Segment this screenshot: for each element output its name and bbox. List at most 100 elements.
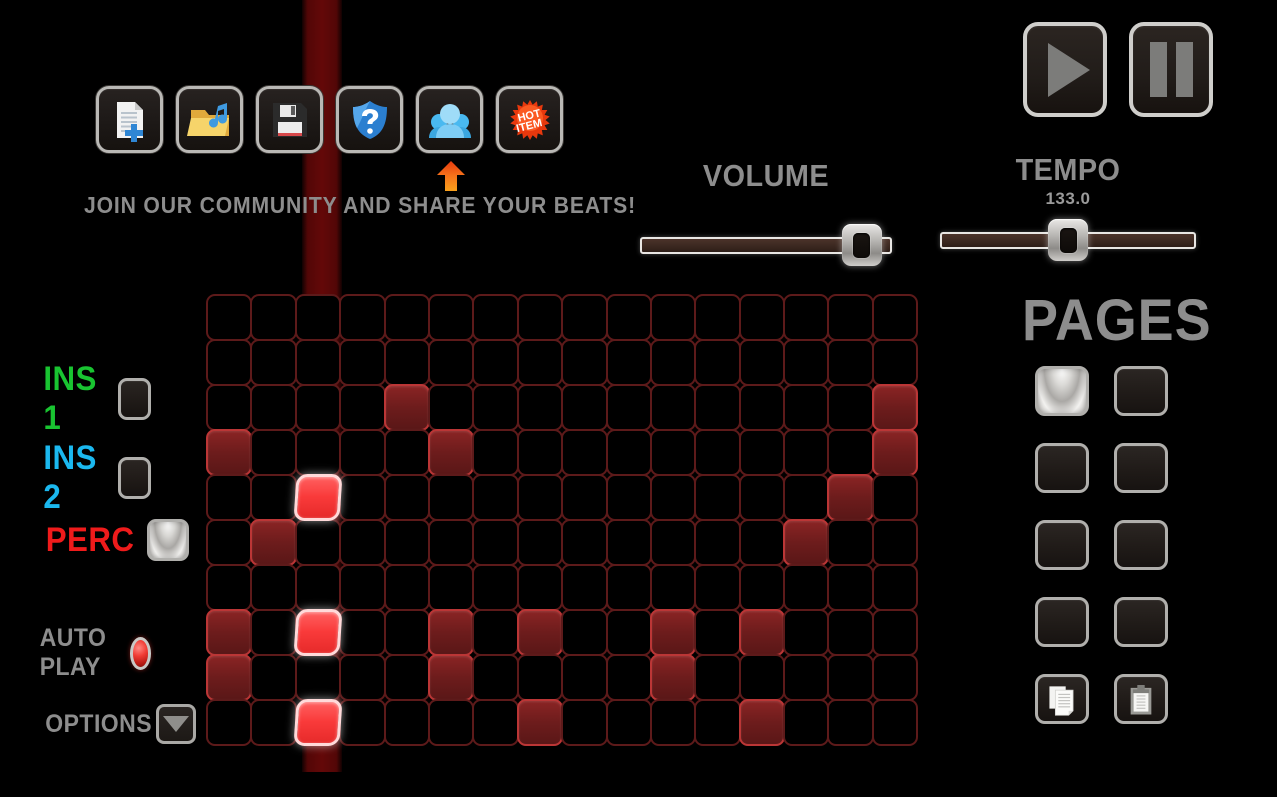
help-button[interactable] <box>336 86 403 153</box>
sequencer-cell-r9-c3[interactable] <box>294 654 342 701</box>
sequencer-cell-r8-c10[interactable] <box>605 609 652 656</box>
sequencer-cell-r2-c2[interactable] <box>250 339 297 386</box>
sequencer-cell-r9-c13[interactable] <box>738 654 786 701</box>
sequencer-cell-r3-c11[interactable] <box>649 384 697 431</box>
sequencer-cell-r6-c5[interactable] <box>383 519 430 566</box>
ins-2-select-button[interactable] <box>117 457 152 499</box>
sequencer-cell-r10-c6[interactable] <box>427 699 475 746</box>
sequencer-cell-r3-c10[interactable] <box>605 384 652 431</box>
sequencer-cell-r10-c9[interactable] <box>561 699 608 746</box>
sequencer-cell-r2-c16[interactable] <box>871 339 919 386</box>
sequencer-cell-r9-c4[interactable] <box>339 654 386 701</box>
new-file-button[interactable] <box>96 86 163 153</box>
sequencer-cell-r1-c10[interactable] <box>605 294 652 341</box>
sequencer-cell-r1-c2[interactable] <box>250 294 297 341</box>
sequencer-cell-r6-c3[interactable] <box>294 519 342 566</box>
pages-button-page-3[interactable] <box>1035 443 1089 493</box>
sequencer-cell-r7-c13[interactable] <box>738 564 786 611</box>
pages-paste-button[interactable] <box>1114 674 1168 724</box>
sequencer-cell-r10-c10[interactable] <box>605 699 652 746</box>
sequencer-cell-r4-c9[interactable] <box>561 429 608 476</box>
sequencer-cell-r10-c8[interactable] <box>516 699 564 746</box>
sequencer-cell-r7-c2[interactable] <box>250 564 297 611</box>
sequencer-cell-r1-c16[interactable] <box>871 294 919 341</box>
ins-1-select-button[interactable] <box>117 378 152 420</box>
sequencer-cell-r6-c15[interactable] <box>827 519 874 566</box>
sequencer-cell-r2-c13[interactable] <box>738 339 786 386</box>
pages-button-page-5[interactable] <box>1035 520 1089 570</box>
pages-button-page-2[interactable] <box>1114 366 1168 416</box>
sequencer-cell-r1-c5[interactable] <box>383 294 430 341</box>
play-button[interactable] <box>1023 22 1107 117</box>
sequencer-cell-r2-c12[interactable] <box>694 339 741 386</box>
sequencer-cell-r5-c11[interactable] <box>649 474 697 521</box>
sequencer-cell-r2-c1[interactable] <box>206 339 253 386</box>
sequencer-cell-r8-c3[interactable] <box>293 609 343 656</box>
sequencer-cell-r7-c16[interactable] <box>871 564 919 611</box>
sequencer-cell-r6-c11[interactable] <box>649 519 697 566</box>
sequencer-cell-r2-c8[interactable] <box>516 339 564 386</box>
sequencer-cell-r7-c7[interactable] <box>472 564 519 611</box>
sequencer-cell-r1-c6[interactable] <box>427 294 475 341</box>
sequencer-cell-r5-c13[interactable] <box>738 474 786 521</box>
sequencer-cell-r7-c8[interactable] <box>516 564 564 611</box>
sequencer-cell-r8-c8[interactable] <box>516 609 564 656</box>
sequencer-cell-r5-c3[interactable] <box>293 474 343 521</box>
pages-button-page-7[interactable] <box>1035 597 1089 647</box>
sequencer-cell-r1-c1[interactable] <box>206 294 253 341</box>
sequencer-cell-r5-c8[interactable] <box>516 474 564 521</box>
sequencer-cell-r4-c1[interactable] <box>206 429 253 476</box>
sequencer-cell-r3-c16[interactable] <box>871 384 919 431</box>
sequencer-cell-r6-c16[interactable] <box>871 519 919 566</box>
sequencer-cell-r9-c1[interactable] <box>206 654 253 701</box>
sequencer-cell-r6-c4[interactable] <box>339 519 386 566</box>
sequencer-cell-r4-c2[interactable] <box>250 429 297 476</box>
sequencer-cell-r6-c1[interactable] <box>206 519 253 566</box>
sequencer-cell-r6-c6[interactable] <box>427 519 475 566</box>
sequencer-cell-r8-c12[interactable] <box>694 609 741 656</box>
sequencer-cell-r4-c14[interactable] <box>783 429 830 476</box>
sequencer-cell-r4-c12[interactable] <box>694 429 741 476</box>
sequencer-cell-r8-c5[interactable] <box>383 609 430 656</box>
sequencer-cell-r3-c6[interactable] <box>427 384 475 431</box>
sequencer-cell-r6-c14[interactable] <box>783 519 830 566</box>
sequencer-cell-r6-c2[interactable] <box>250 519 297 566</box>
sequencer-cell-r3-c13[interactable] <box>738 384 786 431</box>
sequencer-cell-r2-c4[interactable] <box>339 339 386 386</box>
sequencer-cell-r5-c15[interactable] <box>827 474 874 521</box>
sequencer-cell-r10-c4[interactable] <box>339 699 386 746</box>
sequencer-cell-r3-c8[interactable] <box>516 384 564 431</box>
sequencer-cell-r9-c5[interactable] <box>383 654 430 701</box>
sequencer-cell-r5-c12[interactable] <box>694 474 741 521</box>
auto-play-led-toggle[interactable] <box>129 636 152 670</box>
sequencer-cell-r6-c7[interactable] <box>472 519 519 566</box>
sequencer-cell-r3-c12[interactable] <box>694 384 741 431</box>
sequencer-cell-r5-c14[interactable] <box>783 474 830 521</box>
sequencer-cell-r8-c11[interactable] <box>649 609 697 656</box>
sequencer-cell-r9-c15[interactable] <box>827 654 874 701</box>
sequencer-cell-r9-c2[interactable] <box>250 654 297 701</box>
sequencer-cell-r6-c13[interactable] <box>738 519 786 566</box>
sequencer-cell-r1-c9[interactable] <box>561 294 608 341</box>
sequencer-cell-r8-c16[interactable] <box>871 609 919 656</box>
sequencer-cell-r9-c12[interactable] <box>694 654 741 701</box>
pages-copy-button[interactable] <box>1035 674 1089 724</box>
sequencer-cell-r3-c14[interactable] <box>783 384 830 431</box>
sequencer-cell-r2-c14[interactable] <box>783 339 830 386</box>
sequencer-cell-r8-c2[interactable] <box>250 609 297 656</box>
sequencer-cell-r2-c3[interactable] <box>294 339 342 386</box>
sequencer-cell-r1-c14[interactable] <box>783 294 830 341</box>
sequencer-cell-r4-c11[interactable] <box>649 429 697 476</box>
sequencer-cell-r9-c16[interactable] <box>871 654 919 701</box>
sequencer-cell-r7-c1[interactable] <box>206 564 253 611</box>
sequencer-cell-r3-c1[interactable] <box>206 384 253 431</box>
tempo-knob[interactable] <box>1048 219 1088 261</box>
sequencer-cell-r4-c16[interactable] <box>871 429 919 476</box>
sequencer-cell-r6-c12[interactable] <box>694 519 741 566</box>
sequencer-cell-r4-c10[interactable] <box>605 429 652 476</box>
sequencer-cell-r5-c4[interactable] <box>339 474 386 521</box>
sequencer-cell-r2-c10[interactable] <box>605 339 652 386</box>
sequencer-cell-r10-c5[interactable] <box>383 699 430 746</box>
sequencer-cell-r5-c5[interactable] <box>383 474 430 521</box>
sequencer-cell-r4-c5[interactable] <box>383 429 430 476</box>
